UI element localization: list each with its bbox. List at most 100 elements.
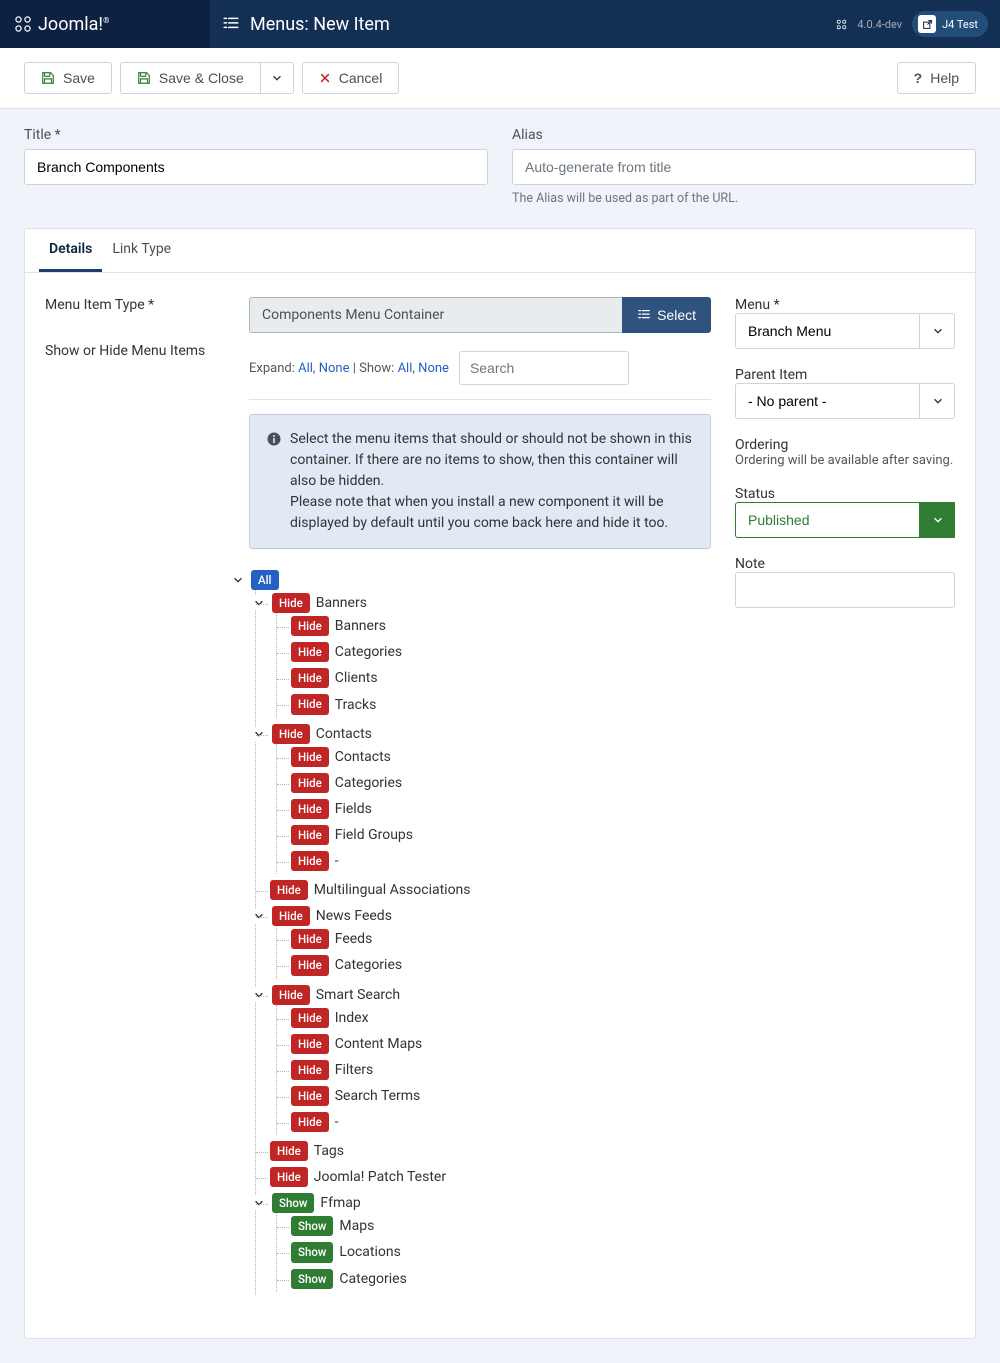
parent-select[interactable] xyxy=(735,383,955,419)
tree-label: - xyxy=(335,853,339,869)
alias-hint: The Alias will be used as part of the UR… xyxy=(512,191,976,206)
tree-badge[interactable]: Hide xyxy=(291,1034,329,1054)
tree-badge[interactable]: Hide xyxy=(291,773,329,793)
status-label: Status xyxy=(735,486,775,502)
title-label: Title xyxy=(24,127,488,143)
tree-badge[interactable]: Hide xyxy=(291,668,329,688)
tree-badge[interactable]: Hide xyxy=(291,616,329,636)
tree-badge[interactable]: Hide xyxy=(291,642,329,662)
status-select[interactable] xyxy=(735,502,955,538)
tree-badge[interactable]: Hide xyxy=(270,880,308,900)
cancel-button[interactable]: Cancel xyxy=(302,62,400,94)
show-none-link[interactable]: None xyxy=(418,361,449,376)
tree-badge[interactable]: Hide xyxy=(270,1167,308,1187)
tree-badge[interactable]: Hide xyxy=(272,906,310,926)
tree-badge[interactable]: Hide xyxy=(291,851,329,871)
save-dropdown-button[interactable] xyxy=(260,62,294,94)
tree-item: Hide Multilingual Associations xyxy=(270,877,711,903)
tree-badge[interactable]: Show xyxy=(291,1242,333,1262)
tree-label: Tags xyxy=(314,1143,344,1159)
tree-toggle[interactable] xyxy=(252,909,266,923)
cancel-label: Cancel xyxy=(339,71,383,85)
tree-badge[interactable]: Hide xyxy=(291,1086,329,1106)
brand-name: Joomla!® xyxy=(38,14,109,35)
site-link[interactable]: J4 Test xyxy=(912,11,988,37)
note-input[interactable] xyxy=(735,572,955,608)
tree-badge[interactable]: Hide xyxy=(272,724,310,744)
tree-badge[interactable]: Show xyxy=(291,1269,333,1289)
tree-item: ShowFfmapShowMapsShowLocationsShowCatego… xyxy=(270,1190,711,1294)
info-icon xyxy=(266,431,282,534)
help-icon: ? xyxy=(914,71,923,85)
help-button[interactable]: ? Help xyxy=(897,62,976,94)
title-field: Title xyxy=(24,127,488,206)
tree-label: Multilingual Associations xyxy=(314,882,471,898)
tree-item: HideFeeds xyxy=(291,926,711,952)
form-content-column: Components Menu Container Select Expand:… xyxy=(249,297,711,1298)
tree-badge[interactable]: Hide xyxy=(291,799,329,819)
menu-tree: AllHideBannersHideBannersHideCategoriesH… xyxy=(249,567,711,1298)
show-all-link[interactable]: All xyxy=(398,361,413,376)
parent-select-field: Parent Item xyxy=(735,367,955,419)
tree-toggle[interactable] xyxy=(252,1196,266,1210)
save-button[interactable]: Save xyxy=(24,62,112,94)
tree-badge[interactable]: Hide xyxy=(291,929,329,949)
tab-link-type[interactable]: Link Type xyxy=(102,229,181,272)
alias-input[interactable] xyxy=(512,149,976,185)
close-icon xyxy=(319,72,331,84)
expand-none-link[interactable]: None xyxy=(319,361,350,376)
tree-badge[interactable]: Hide xyxy=(291,1112,329,1132)
tree-badge[interactable]: Hide xyxy=(272,593,310,613)
tree-label: Maps xyxy=(339,1218,374,1234)
tree-label: Filters xyxy=(335,1062,374,1078)
tree-badge[interactable]: Hide xyxy=(291,955,329,975)
list-icon xyxy=(222,15,240,33)
tree-toggle[interactable] xyxy=(252,988,266,1002)
expand-all-link[interactable]: All xyxy=(298,361,313,376)
tree-badge[interactable]: Hide xyxy=(291,694,329,714)
tree-badge[interactable]: Hide xyxy=(291,1060,329,1080)
tree-badge[interactable]: Show xyxy=(272,1193,314,1213)
tree-toggle[interactable] xyxy=(252,596,266,610)
tree-badge-all[interactable]: All xyxy=(251,570,279,590)
tab-details[interactable]: Details xyxy=(39,229,102,272)
save-close-button[interactable]: Save & Close xyxy=(120,62,260,94)
tree-label: Field Groups xyxy=(335,827,413,843)
brand[interactable]: Joomla!® xyxy=(0,0,210,48)
tree-badge[interactable]: Hide xyxy=(291,747,329,767)
tree-badge[interactable]: Show xyxy=(291,1216,333,1236)
show-label: Show: xyxy=(359,361,394,376)
select-type-button[interactable]: Select xyxy=(622,297,711,333)
ordering-text: Ordering will be available after saving. xyxy=(735,453,955,468)
tree-item: HideCategories xyxy=(291,770,711,796)
tree-item: HideBanners xyxy=(291,613,711,639)
tree-label: Categories xyxy=(335,644,402,660)
tree-label: Categories xyxy=(335,957,402,973)
tree-label: Content Maps xyxy=(335,1036,423,1052)
divider xyxy=(249,399,711,400)
tree-toggle[interactable] xyxy=(231,573,245,587)
tree-toggle[interactable] xyxy=(252,727,266,741)
menu-item-type-select: Components Menu Container Select xyxy=(249,297,711,333)
tree-badge[interactable]: Hide xyxy=(270,1141,308,1161)
tree-badge[interactable]: Hide xyxy=(272,985,310,1005)
tree-label: Fields xyxy=(335,801,372,817)
tree-label: Joomla! Patch Tester xyxy=(314,1169,446,1185)
tree-badge[interactable]: Hide xyxy=(291,825,329,845)
menu-select[interactable] xyxy=(735,313,955,349)
external-link-icon xyxy=(918,15,936,33)
tree-item: Hide Content Maps xyxy=(291,1031,711,1057)
parent-select-label: Parent Item xyxy=(735,367,807,383)
tree-badge[interactable]: Hide xyxy=(291,1008,329,1028)
label-menu-item-type: Menu Item Type xyxy=(45,297,225,313)
tree-item: Hide Categories xyxy=(291,952,711,978)
tree-search-input[interactable] xyxy=(459,351,629,385)
tree-label: Contacts xyxy=(316,726,372,742)
title-input[interactable] xyxy=(24,149,488,185)
site-name: J4 Test xyxy=(942,18,978,31)
tree-item: HideNews FeedsHideFeedsHideCategories xyxy=(270,903,711,981)
tree-label: Smart Search xyxy=(316,987,400,1003)
title-alias-row: Title Alias The Alias will be used as pa… xyxy=(0,109,1000,210)
alias-label: Alias xyxy=(512,127,976,143)
tree-item: Hide Filters xyxy=(291,1057,711,1083)
